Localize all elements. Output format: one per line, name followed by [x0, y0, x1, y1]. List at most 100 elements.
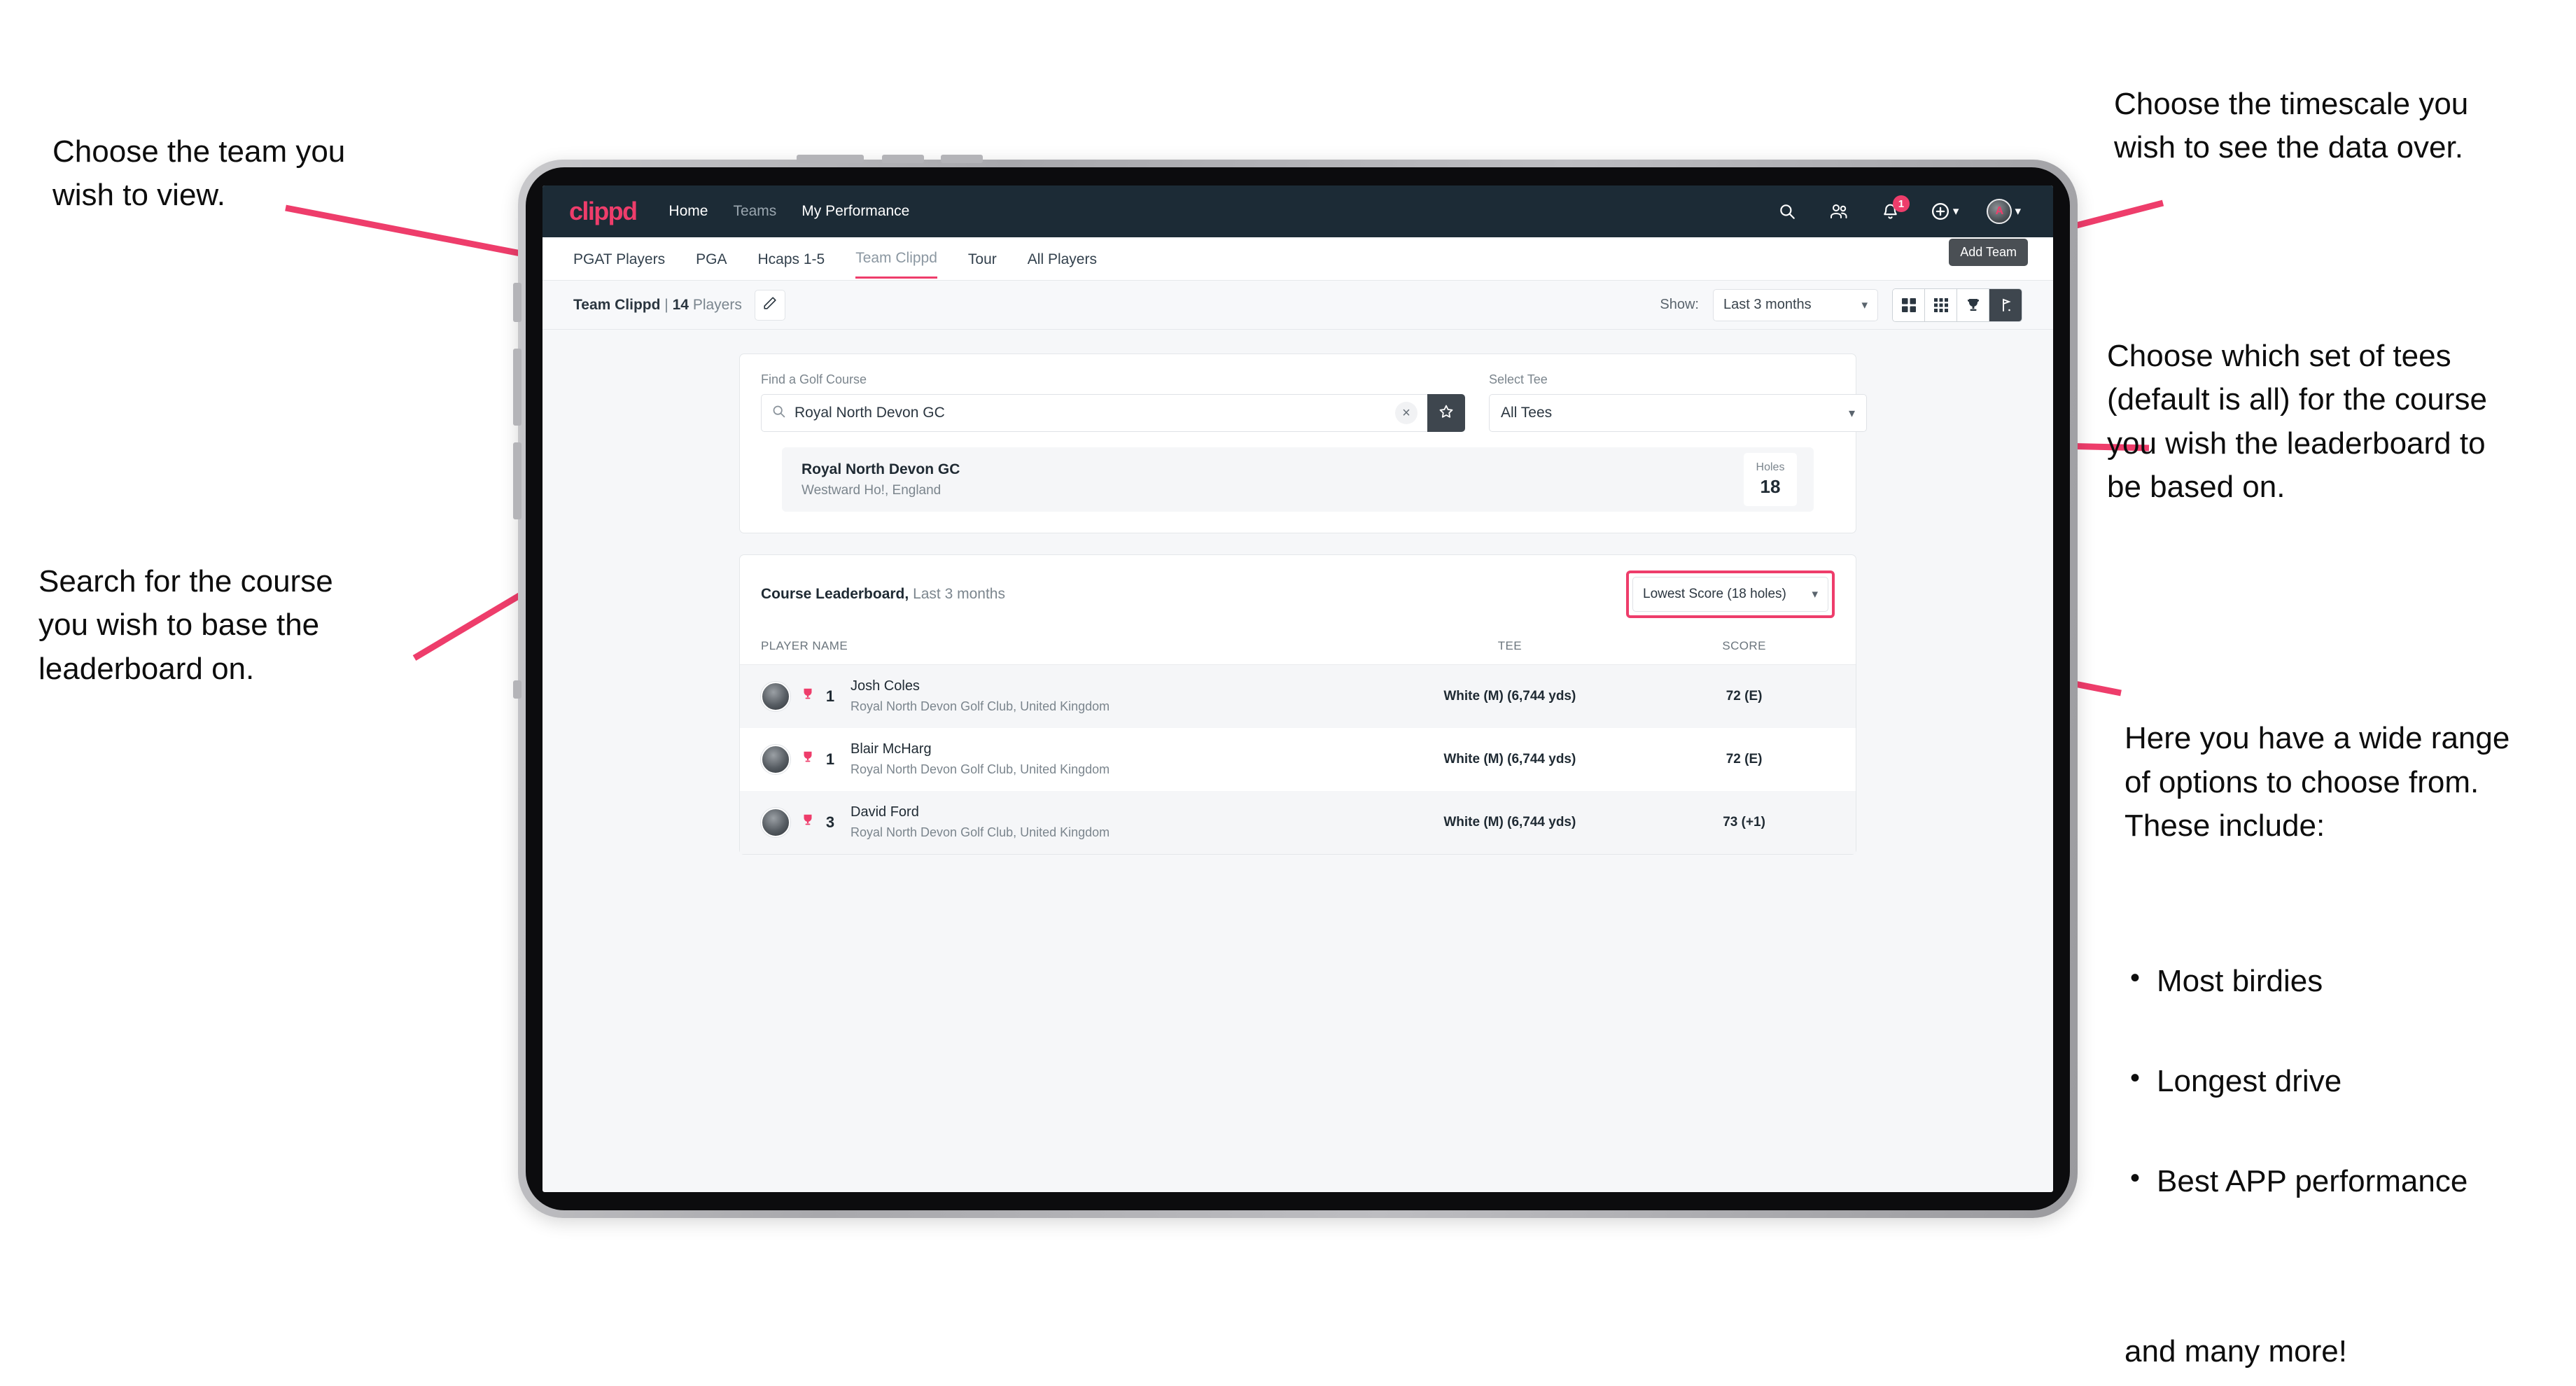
annotation-option-item: Most birdies: [2124, 958, 2572, 1003]
holes-label: Holes: [1756, 461, 1785, 473]
tab-all-players[interactable]: All Players: [1028, 240, 1097, 278]
course-search-fields: Find a Golf Course Royal North Devon GC …: [761, 372, 1867, 432]
annotation-timescale: Choose the timescale you wish to see the…: [2114, 87, 2469, 165]
leaderboard-title: Course Leaderboard, Last 3 months: [761, 586, 1005, 603]
annotation-options-intro: Here you have a wide range of options to…: [2124, 721, 2510, 844]
team-players-word: Players: [692, 296, 742, 313]
trophy-icon: [800, 813, 816, 832]
device-button-top: [882, 155, 924, 163]
course-result-row[interactable]: Royal North Devon GC Westward Ho!, Engla…: [782, 447, 1814, 512]
avatar: A: [1987, 199, 2012, 224]
course-result-location: Westward Ho!, England: [802, 482, 941, 498]
toolbar-right: Show: Last 3 months ▾: [1660, 288, 2022, 322]
add-icon[interactable]: ▾: [1931, 200, 1959, 223]
clear-search-button[interactable]: ×: [1395, 402, 1418, 424]
star-icon: [1438, 403, 1455, 424]
nav-link-teams[interactable]: Teams: [733, 203, 776, 220]
player-name: David Ford: [850, 804, 919, 820]
timescale-value: Last 3 months: [1723, 297, 1812, 312]
tee-select[interactable]: All Tees ▾: [1489, 394, 1867, 432]
chevron-down-icon: ▾: [1812, 587, 1818, 601]
player-tee: White (M) (6,744 yds): [1443, 688, 1576, 704]
tablet-device-frame: clippd Home Teams My Performance 1 ▾ A ▾…: [513, 155, 2078, 1218]
player-cell: 1 Blair McHarg Royal North Devon Golf Cl…: [740, 728, 1387, 791]
course-leaderboard-card: Course Leaderboard, Last 3 months Lowest…: [739, 554, 1856, 855]
search-icon[interactable]: [1775, 200, 1799, 223]
chevron-down-icon: ▾: [1848, 405, 1855, 420]
notification-badge: 1: [1892, 195, 1910, 212]
annotation-team: Choose the team you wish to view.: [52, 134, 346, 213]
add-team-tooltip: Add Team: [1949, 239, 2028, 266]
team-player-count: 14: [672, 296, 689, 313]
leaderboard-header: Course Leaderboard, Last 3 months Lowest…: [740, 555, 1856, 632]
grid-small-view-button[interactable]: [1925, 288, 1957, 321]
course-result-name: Royal North Devon GC: [802, 461, 960, 477]
player-tee: White (M) (6,744 yds): [1443, 751, 1576, 766]
favourite-course-button[interactable]: [1427, 394, 1465, 432]
team-summary: Team Clippd | 14 Players: [573, 297, 742, 314]
leaderboard-tbody: 1 Josh Coles Royal North Devon Golf Club…: [740, 664, 1856, 854]
tab-pga[interactable]: PGA: [696, 240, 727, 278]
notifications-icon[interactable]: 1: [1879, 195, 1910, 223]
annotation-options-list: Most birdies Longest drive Best APP perf…: [2124, 916, 2572, 1259]
tab-hcaps-1-5[interactable]: Hcaps 1-5: [757, 240, 825, 278]
tab-tour[interactable]: Tour: [968, 240, 997, 278]
player-info: David Ford Royal North Devon Golf Club, …: [850, 804, 1110, 840]
clippd-logo[interactable]: clippd: [569, 197, 638, 226]
tablet-bezel: clippd Home Teams My Performance 1 ▾ A ▾…: [526, 167, 2070, 1210]
leaderboard-title-main: Course Leaderboard,: [761, 586, 909, 602]
player-club: Royal North Devon Golf Club, United King…: [850, 762, 1110, 776]
search-icon: [771, 404, 786, 422]
team-tabs: PGAT Players PGA Hcaps 1-5 Team Clippd T…: [542, 237, 2053, 281]
player-name: Blair McHarg: [850, 741, 932, 757]
player-score: 72 (E): [1726, 688, 1763, 704]
tab-team-clippd[interactable]: Team Clippd: [855, 239, 937, 279]
find-course-controls: Royal North Devon GC ×: [761, 394, 1465, 432]
column-score: SCORE: [1632, 632, 1856, 665]
nav-link-my-performance[interactable]: My Performance: [802, 203, 909, 220]
annotation-option-item: Best APP performance: [2124, 1158, 2572, 1203]
table-row[interactable]: 1 Blair McHarg Royal North Devon Golf Cl…: [740, 728, 1856, 791]
chevron-down-icon: ▾: [2015, 204, 2021, 218]
people-icon[interactable]: [1827, 200, 1851, 223]
profile-avatar[interactable]: A ▾: [1987, 199, 2021, 224]
annotation-options: Here you have a wide range of options to…: [2124, 673, 2572, 1386]
device-volume-up-button: [513, 349, 522, 426]
team-separator: |: [664, 296, 668, 313]
course-result-text: Royal North Devon GC Westward Ho!, Engla…: [802, 461, 960, 498]
table-row[interactable]: 1 Josh Coles Royal North Devon Golf Club…: [740, 664, 1856, 728]
column-player-name: PLAYER NAME: [740, 632, 1387, 665]
chevron-down-icon: ▾: [1861, 298, 1868, 312]
player-info: Josh Coles Royal North Devon Golf Club, …: [850, 678, 1110, 714]
player-club: Royal North Devon Golf Club, United King…: [850, 825, 1110, 839]
player-name: Josh Coles: [850, 678, 920, 694]
device-button-top: [941, 155, 983, 163]
edit-team-button[interactable]: [754, 289, 785, 321]
timescale-select[interactable]: Last 3 months ▾: [1713, 288, 1878, 321]
tab-pgat-players[interactable]: PGAT Players: [573, 240, 665, 278]
avatar: [761, 807, 790, 837]
search-input[interactable]: Royal North Devon GC ×: [761, 394, 1427, 432]
device-button-side: [513, 680, 522, 699]
player-tee: White (M) (6,744 yds): [1443, 814, 1576, 830]
player-club: Royal North Devon Golf Club, United King…: [850, 699, 1110, 714]
leaderboard-sort-select[interactable]: Lowest Score (18 holes) ▾: [1632, 577, 1828, 612]
player-info: Blair McHarg Royal North Devon Golf Club…: [850, 741, 1110, 777]
main-nav: Home Teams My Performance: [668, 203, 909, 220]
grid-large-view-button[interactable]: [1893, 288, 1925, 321]
pencil-icon: [762, 295, 778, 314]
player-rank: 3: [825, 813, 835, 831]
player-cell: 1 Josh Coles Royal North Devon Golf Club…: [740, 665, 1387, 728]
table-row[interactable]: 3 David Ford Royal North Devon Golf Club…: [740, 790, 1856, 854]
app-screen: clippd Home Teams My Performance 1 ▾ A ▾…: [542, 186, 2053, 1192]
select-tee-field: Select Tee All Tees ▾: [1489, 372, 1867, 432]
device-button-side: [513, 283, 522, 322]
course-view-button[interactable]: [1989, 288, 2022, 321]
trophy-view-button[interactable]: [1957, 288, 1989, 321]
show-label: Show:: [1660, 297, 1699, 312]
leaderboard-title-sub: Last 3 months: [913, 586, 1005, 602]
select-tee-label: Select Tee: [1489, 372, 1548, 386]
nav-link-home[interactable]: Home: [668, 203, 708, 220]
annotation-option-item: Longest drive: [2124, 1058, 2572, 1103]
annotation-tees: Choose which set of tees (default is all…: [2107, 339, 2487, 505]
